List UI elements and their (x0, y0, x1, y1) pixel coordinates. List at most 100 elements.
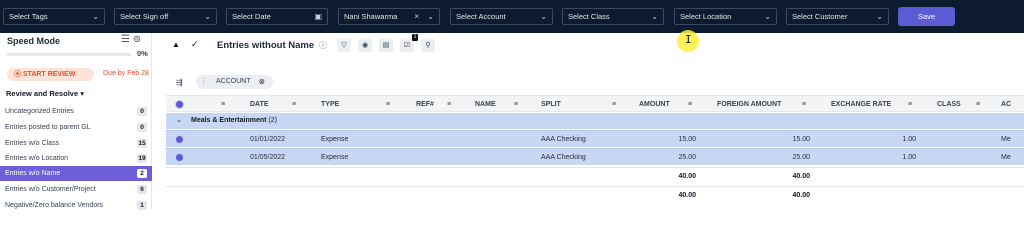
group-row[interactable]: ⌄ Meals & Entertainment (2) (166, 113, 1024, 129)
group-name: Meals & Entertainment (191, 117, 267, 124)
chevron-down-icon: ⌄ (427, 12, 434, 21)
sidebar-item-label: Uncategorized Entries (5, 108, 74, 115)
total-row: 40.00 40.00 (166, 186, 1024, 204)
review-resolve-header[interactable]: Review and Resolve ▾ (6, 89, 84, 98)
total-amount: 40.00 (678, 192, 696, 199)
class-select-label: Select Class (568, 12, 610, 21)
class-select[interactable]: Select Class ⌄ (562, 8, 664, 25)
column-menu-icon[interactable]: ≡ (908, 96, 912, 113)
calendar-icon[interactable]: ▣ (314, 9, 322, 24)
signoff-select[interactable]: Select Sign off ⌄ (114, 8, 217, 25)
name-select-value: Nani Shawarma (344, 12, 398, 21)
tags-select[interactable]: Select Tags ⌄ (3, 8, 105, 25)
account-select[interactable]: Select Account ⌄ (450, 8, 553, 25)
sidebar-item-no-customer[interactable]: Entries w/o Customer/Project 6 (0, 182, 152, 197)
total-row: 40.00 40.00 (166, 167, 1024, 185)
checklist-count-badge: 1 (412, 34, 418, 41)
caret-down-icon: ▾ (80, 89, 84, 98)
account-select-label: Select Account (456, 12, 506, 21)
column-menu-icon[interactable]: ≡ (612, 96, 616, 113)
filter-icon[interactable]: ▽ (337, 39, 351, 52)
column-header-exchange-rate[interactable]: EXCHANGE RATE (831, 96, 891, 113)
column-header-split[interactable]: SPLIT (541, 96, 561, 113)
table-row[interactable]: 01/05/2022 Expense AAA Checking 25.00 25… (166, 148, 1024, 165)
select-all-radio[interactable] (176, 101, 183, 108)
sidebar: Speed Mode ☰ ⊚ 0% ⦿ START REVIEW Due by … (0, 33, 152, 210)
sidebar-item-parent-gl[interactable]: Entries posted to parent GL 0 (0, 120, 152, 135)
drag-handle-icon[interactable]: ⋮ (200, 75, 207, 89)
row-select-radio[interactable] (176, 154, 183, 161)
column-menu-icon[interactable]: ≡ (976, 96, 980, 113)
chevron-down-icon: ⌄ (764, 12, 771, 21)
row-select-radio[interactable] (176, 136, 183, 143)
sidebar-item-label: Entries w/o Class (5, 140, 60, 147)
group-by-chip[interactable]: ⋮ ACCOUNT ⊗ (196, 75, 273, 89)
cell-amount: 25.00 (678, 154, 696, 161)
column-menu-icon[interactable]: ≡ (221, 96, 225, 113)
column-menu-icon[interactable]: ≡ (514, 96, 518, 113)
column-menu-icon[interactable]: ≡ (386, 96, 390, 113)
sidebar-item-no-location[interactable]: Entries w/o Location 19 (0, 151, 152, 166)
column-header-ac[interactable]: AC (1001, 96, 1011, 113)
count-badge: 0 (137, 107, 147, 116)
group-by-icon[interactable]: ⇶ (176, 78, 183, 87)
checkmark-icon[interactable]: ✓ (191, 39, 199, 50)
table-row[interactable]: 01/01/2022 Expense AAA Checking 15.00 15… (166, 130, 1024, 147)
sidebar-item-label: Entries w/o Name (5, 170, 61, 177)
column-header-foreign-amount[interactable]: FOREIGN AMOUNT (717, 96, 781, 113)
chevron-down-icon[interactable]: ⌄ (176, 116, 182, 124)
cell-date: 01/05/2022 (250, 154, 286, 161)
total-foreign-amount: 40.00 (792, 192, 810, 199)
save-view-icon[interactable]: ▤ (379, 39, 393, 52)
column-header-date[interactable]: DATE (250, 96, 269, 113)
sidebar-item-label: Entries w/o Customer/Project (5, 186, 96, 193)
info-icon[interactable]: ⓘ (319, 40, 327, 51)
column-header-ref[interactable]: REF# (416, 96, 434, 113)
remove-group-icon[interactable]: ⊗ (259, 75, 265, 89)
start-review-label: START REVIEW (22, 71, 76, 78)
due-date: Due by Feb 28 (103, 70, 149, 77)
column-menu-icon[interactable]: ≡ (802, 96, 806, 113)
sidebar-item-no-name[interactable]: Entries w/o Name 2 (0, 166, 152, 181)
sidebar-item-no-class[interactable]: Entries w/o Class 15 (0, 136, 152, 151)
warning-icon[interactable]: ▲ (172, 40, 180, 49)
date-select[interactable]: Select Date ▣ (226, 8, 328, 25)
list-icon[interactable]: ☰ (121, 34, 130, 45)
count-badge: 15 (137, 139, 147, 148)
group-by-label: ACCOUNT (216, 78, 251, 85)
column-menu-icon[interactable]: ≡ (292, 96, 296, 113)
customer-select-label: Select Customer (792, 12, 848, 21)
cell-ac: Me (1001, 136, 1011, 143)
cell-amount: 15.00 (678, 136, 696, 143)
start-review-button[interactable]: ⦿ START REVIEW (7, 68, 94, 81)
cell-split: AAA Checking (541, 136, 586, 143)
column-header-type[interactable]: TYPE (321, 96, 339, 113)
clear-icon[interactable]: × (414, 9, 419, 24)
name-select[interactable]: Nani Shawarma × ⌄ (338, 8, 440, 25)
count-badge: 0 (137, 123, 147, 132)
column-menu-icon[interactable]: ≡ (447, 96, 451, 113)
sidebar-item-uncategorized[interactable]: Uncategorized Entries 0 (0, 104, 152, 119)
settings-icon[interactable]: ⊚ (133, 34, 141, 45)
cell-split: AAA Checking (541, 154, 586, 161)
cell-ac: Me (1001, 154, 1011, 161)
column-header-name[interactable]: NAME (475, 96, 496, 113)
total-foreign-amount: 40.00 (792, 173, 810, 180)
column-menu-icon[interactable]: ≡ (688, 96, 692, 113)
column-header-class[interactable]: CLASS (937, 96, 961, 113)
save-button[interactable]: Save (898, 7, 955, 26)
location-select[interactable]: Select Location ⌄ (674, 8, 777, 25)
signoff-select-label: Select Sign off (120, 12, 169, 21)
column-header-amount[interactable]: AMOUNT (639, 96, 670, 113)
cell-type: Expense (321, 136, 349, 143)
eye-icon[interactable]: ◉ (358, 39, 372, 52)
search-icon[interactable]: ⚲ (421, 39, 435, 52)
chevron-down-icon: ⌄ (204, 12, 211, 21)
customer-select[interactable]: Select Customer ⌄ (786, 8, 889, 25)
chevron-down-icon: ⌄ (876, 12, 883, 21)
sidebar-item-negative-vendors[interactable]: Negative/Zero balance Vendors 1 (0, 198, 152, 213)
table-header: ≡ DATE ≡ TYPE ≡ REF# ≡ NAME ≡ SPLIT ≡ AM… (166, 95, 1024, 112)
date-select-label: Select Date (232, 12, 271, 21)
review-resolve-label: Review and Resolve (6, 89, 79, 98)
text-cursor-icon: I (685, 33, 692, 46)
